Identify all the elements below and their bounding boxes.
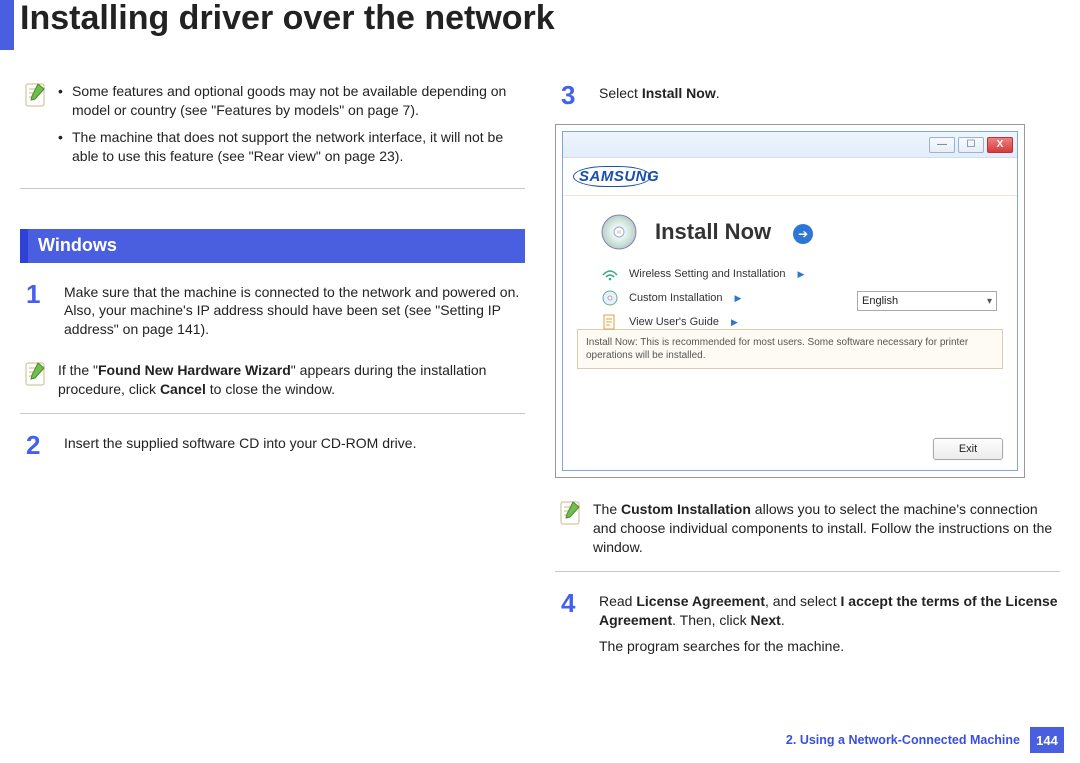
cd-icon — [599, 212, 639, 252]
install-now-row[interactable]: Install Now ➔ — [563, 196, 1017, 262]
language-select[interactable]: English — [857, 291, 997, 311]
option-wireless[interactable]: Wireless Setting and Installation ▶ — [563, 262, 1017, 286]
step-number: 2 — [26, 432, 50, 458]
title-accent — [0, 0, 14, 50]
t: . — [716, 85, 720, 101]
t: The — [593, 501, 621, 517]
step-body: Make sure that the machine is connected … — [64, 281, 525, 340]
installer-window: — ☐ X SAMSUNG Install Now — [562, 131, 1018, 471]
close-button[interactable]: X — [987, 137, 1013, 153]
language-value: English — [862, 295, 898, 307]
exit-row: Exit — [933, 438, 1003, 460]
note-icon — [24, 361, 48, 387]
step-1: 1 Make sure that the machine is connecte… — [20, 281, 525, 340]
note-item: The machine that does not support the ne… — [58, 128, 521, 166]
note-text: If the "Found New Hardware Wizard" appea… — [58, 361, 521, 399]
description-box: Install Now: This is recommended for mos… — [577, 329, 1003, 369]
section-accent — [20, 229, 28, 263]
page-title: Installing driver over the network — [14, 0, 555, 37]
step-body: Select Install Now. — [599, 82, 720, 108]
t: License Agreement — [636, 593, 765, 609]
t: Select — [599, 85, 642, 101]
step-number: 1 — [26, 281, 50, 340]
t: Read — [599, 593, 636, 609]
page-title-bar: Installing driver over the network — [0, 0, 1080, 56]
gear-cd-icon — [601, 289, 619, 307]
exit-button[interactable]: Exit — [933, 438, 1003, 460]
wireless-icon — [601, 265, 619, 283]
t: Cancel — [160, 381, 206, 397]
window-body: SAMSUNG Install Now ➔ Wireless Setting a… — [563, 158, 1017, 470]
arrow-icon: ➔ — [793, 224, 813, 244]
option-label: Wireless Setting and Installation — [629, 268, 786, 280]
option-label: Custom Installation — [629, 292, 723, 304]
step-3: 3 Select Install Now. — [555, 82, 1060, 108]
step-2: 2 Insert the supplied software CD into y… — [20, 432, 525, 458]
t: . — [781, 612, 785, 628]
step-body: Read License Agreement, and select I acc… — [599, 590, 1060, 665]
section-heading: Windows — [20, 229, 525, 263]
maximize-button[interactable]: ☐ — [958, 137, 984, 153]
section-title: Windows — [28, 229, 525, 263]
t: If the " — [58, 362, 98, 378]
step-body: Insert the supplied software CD into you… — [64, 432, 416, 458]
chevron-right-icon: ▶ — [731, 317, 738, 328]
install-now-label: Install Now — [655, 219, 771, 245]
note-item: Some features and optional goods may not… — [58, 82, 521, 120]
chevron-right-icon: ▶ — [798, 269, 805, 280]
note-icon — [24, 82, 48, 108]
left-column: Some features and optional goods may not… — [20, 82, 525, 680]
t: Found New Hardware Wizard — [98, 362, 291, 378]
note-text: The Custom Installation allows you to se… — [593, 500, 1056, 557]
option-label: View User's Guide — [629, 316, 719, 328]
t: The program searches for the machine. — [599, 637, 1060, 656]
footer-chapter: 2. Using a Network-Connected Machine — [786, 733, 1020, 747]
step-number: 3 — [561, 82, 585, 108]
t: , and select — [765, 593, 841, 609]
installer-screenshot: — ☐ X SAMSUNG Install Now — [555, 124, 1025, 478]
doc-icon — [601, 313, 619, 331]
step-number: 4 — [561, 590, 585, 665]
chevron-right-icon: ▶ — [735, 293, 742, 304]
t: . Then, click — [672, 612, 750, 628]
samsung-logo: SAMSUNG — [579, 168, 645, 185]
note-text: Some features and optional goods may not… — [58, 82, 521, 174]
t: Install Now — [642, 85, 716, 101]
step-4: 4 Read License Agreement, and select I a… — [555, 590, 1060, 665]
t: to close the window. — [206, 381, 335, 397]
t: Custom Installation — [621, 501, 751, 517]
minimize-button[interactable]: — — [929, 137, 955, 153]
note-box-wizard: If the "Found New Hardware Wizard" appea… — [20, 355, 525, 414]
t: Next — [750, 612, 780, 628]
page-footer: 2. Using a Network-Connected Machine 144 — [786, 727, 1064, 753]
note-icon — [559, 500, 583, 526]
page-number: 144 — [1030, 727, 1064, 753]
window-titlebar: — ☐ X — [563, 132, 1017, 158]
brand-bar: SAMSUNG — [563, 158, 1017, 196]
right-column: 3 Select Install Now. — ☐ X SAMSUNG — [555, 82, 1060, 680]
note-box-custom: The Custom Installation allows you to se… — [555, 494, 1060, 572]
note-box-top: Some features and optional goods may not… — [20, 82, 525, 189]
